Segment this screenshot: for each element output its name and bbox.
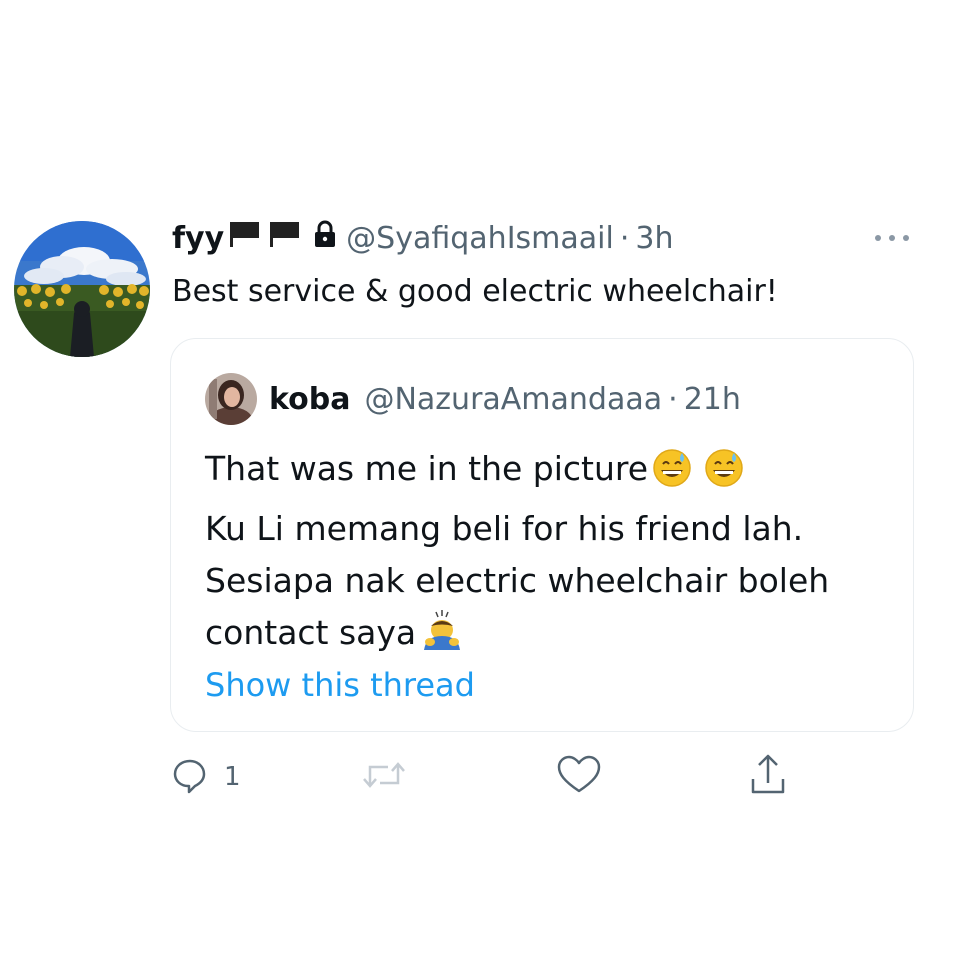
share-button[interactable] (748, 752, 788, 802)
bowing-person-emoji-icon (420, 608, 464, 667)
quoted-author-handle[interactable]: @NazuraAmandaaa (364, 382, 662, 417)
tweet[interactable]: fyy @SyafiqahIsmaail · 3h Best service &… (0, 0, 980, 980)
share-icon (748, 753, 788, 801)
more-options-icon[interactable] (870, 224, 914, 252)
tweet-time[interactable]: 3h (635, 221, 673, 256)
retweet-icon (360, 755, 408, 799)
author-handle[interactable]: @SyafiqahIsmaail (346, 221, 614, 256)
separator: · (668, 381, 678, 417)
show-thread-link[interactable]: Show this thread (205, 661, 475, 709)
grinning-sweat-emoji-icon (704, 448, 744, 503)
quoted-text-line: That was me in the picture (205, 443, 829, 503)
reply-button[interactable]: 1 (170, 752, 241, 802)
black-flag-icon (226, 219, 262, 257)
black-flag-icon (266, 219, 302, 257)
quote-tweet-card[interactable]: koba @NazuraAmandaaa · 21h That was me i… (170, 338, 914, 732)
retweet-button[interactable] (360, 752, 408, 802)
lock-icon (312, 219, 338, 257)
tweet-text: Best service & good electric wheelchair! (172, 274, 778, 309)
author-name[interactable]: fyy (172, 221, 224, 256)
quoted-text-line: contact saya (205, 607, 829, 667)
quoted-author-avatar[interactable] (205, 373, 257, 425)
reply-icon (170, 755, 210, 799)
quoted-text-line-3: Sesiapa nak electric wheelchair boleh (205, 561, 830, 600)
heart-icon (556, 755, 602, 799)
author-avatar[interactable] (14, 221, 150, 357)
quoted-tweet-header: koba @NazuraAmandaaa · 21h (269, 375, 741, 423)
grinning-sweat-emoji-icon (652, 448, 692, 503)
quoted-author-name[interactable]: koba (269, 382, 350, 417)
separator: · (619, 220, 630, 256)
quoted-tweet-text: That was me in the picture Ku Li memang … (205, 443, 829, 667)
quoted-tweet-time[interactable]: 21h (684, 382, 741, 417)
reply-count: 1 (224, 762, 241, 792)
tweet-header: fyy @SyafiqahIsmaail · 3h (172, 214, 673, 262)
quoted-text-line-1: That was me in the picture (205, 449, 649, 488)
like-button[interactable] (556, 752, 602, 802)
quoted-text-line-2: Ku Li memang beli for his friend lah. (205, 509, 804, 548)
quoted-text-line-4: contact saya (205, 613, 417, 652)
tweet-actions: 1 (0, 752, 980, 802)
